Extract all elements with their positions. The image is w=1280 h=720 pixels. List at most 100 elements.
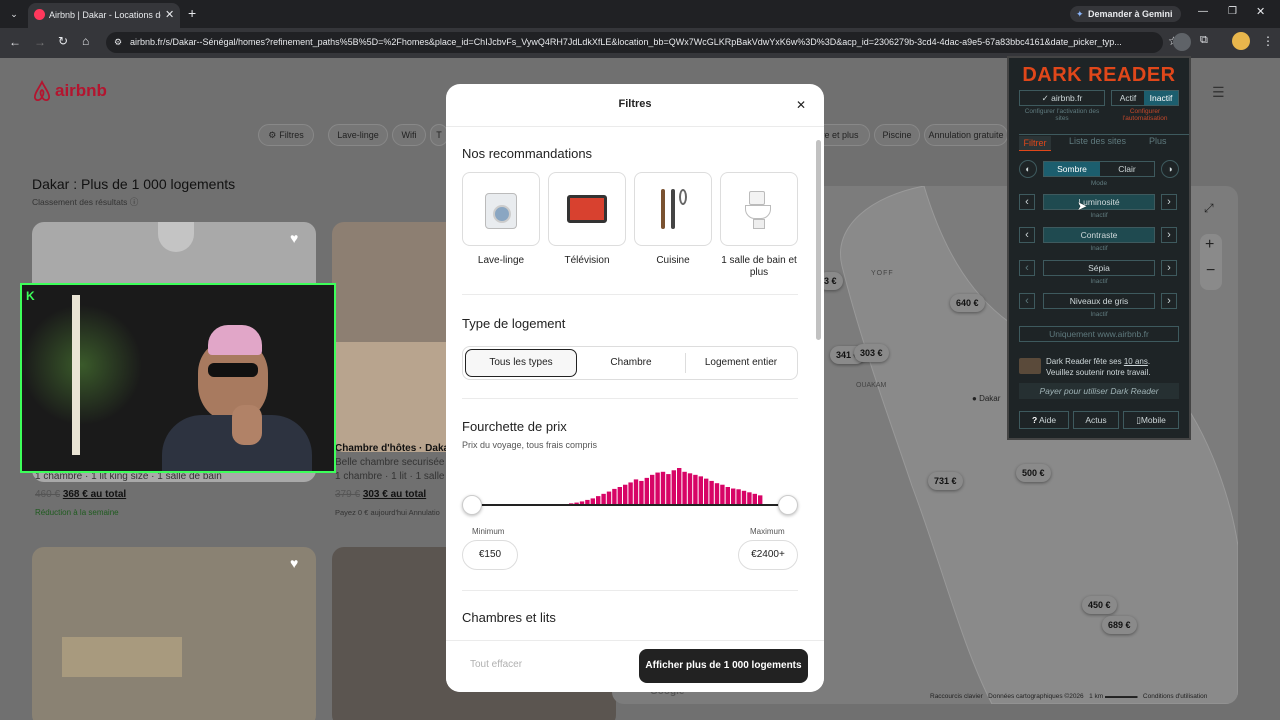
modal-close-icon[interactable]: ✕ bbox=[796, 98, 806, 112]
inactif-option[interactable]: Inactif bbox=[1144, 91, 1178, 105]
back-icon[interactable]: ← bbox=[9, 35, 21, 49]
amenity-tv[interactable] bbox=[548, 172, 626, 246]
listing-2-price[interactable]: 379 € 303 € au total bbox=[335, 489, 426, 500]
browser-tab[interactable]: Airbnb | Dakar - Locations de v... ✕ bbox=[28, 3, 180, 28]
divider bbox=[462, 398, 798, 399]
modal-title: Filtres bbox=[618, 98, 652, 110]
map-price-pin[interactable]: 450 € bbox=[1082, 596, 1117, 614]
contrast-increase-icon[interactable]: › bbox=[1161, 227, 1177, 243]
map-price-pin[interactable]: 500 € bbox=[1016, 464, 1051, 482]
maximize-icon[interactable]: ❐ bbox=[1228, 6, 1237, 17]
histogram-bar bbox=[666, 474, 671, 506]
configure-sites-link[interactable]: Configurer l'activation des sites bbox=[1019, 108, 1105, 122]
price-track bbox=[472, 504, 788, 506]
mode-light-option[interactable]: Clair bbox=[1100, 162, 1154, 176]
tab-title: Airbnb | Dakar - Locations de v... bbox=[49, 10, 161, 20]
pill-washer[interactable]: Lave-linge bbox=[328, 124, 388, 146]
configure-automation-link[interactable]: Configurer l'automatisation bbox=[1111, 108, 1179, 122]
sepia-decrease-icon[interactable]: ‹ bbox=[1019, 260, 1035, 276]
grayscale-decrease-icon[interactable]: ‹ bbox=[1019, 293, 1035, 309]
mode-dark-option[interactable]: Sombre bbox=[1044, 162, 1100, 176]
pill-wifi[interactable]: Wifi bbox=[392, 124, 426, 146]
listing-1-badge: Réduction à la semaine bbox=[35, 508, 119, 517]
extensions-icon[interactable]: ⧉ bbox=[1200, 34, 1208, 47]
type-room-button[interactable]: Chambre bbox=[579, 349, 683, 377]
brightness-increase-icon[interactable]: › bbox=[1161, 194, 1177, 210]
pill-pool[interactable]: Piscine bbox=[874, 124, 920, 146]
listing-2-title[interactable]: Chambre d'hôtes · Daka bbox=[335, 443, 449, 454]
price-max-handle[interactable] bbox=[778, 495, 798, 515]
ranking-link[interactable]: Classement des résultats ⓘ bbox=[32, 196, 138, 208]
anniversary-text: Dark Reader fête ses 10 ans. Veuillez so… bbox=[1046, 357, 1151, 377]
favorite-heart-icon-3[interactable]: ♥ bbox=[290, 555, 298, 571]
zoom-out-icon[interactable]: − bbox=[1206, 262, 1215, 280]
max-price-input[interactable]: €2400+ bbox=[738, 540, 798, 570]
pill-free-cancel[interactable]: Annulation gratuite bbox=[924, 124, 1008, 146]
zoom-in-icon[interactable]: + bbox=[1205, 236, 1214, 254]
cake-icon bbox=[1019, 358, 1041, 374]
actif-option[interactable]: Actif bbox=[1112, 91, 1144, 105]
min-price-input[interactable]: €150 bbox=[462, 540, 518, 570]
listing-2-note: Payez 0 € aujourd'hui Annulatio bbox=[335, 508, 440, 517]
mobile-button[interactable]: ▯Mobile bbox=[1123, 411, 1179, 429]
map-price-pin[interactable]: 303 € bbox=[854, 344, 889, 362]
brightness-decrease-icon[interactable]: ‹ bbox=[1019, 194, 1035, 210]
amenity-washer[interactable] bbox=[462, 172, 540, 246]
dark-reader-extension-icon[interactable] bbox=[1173, 33, 1191, 51]
reload-icon[interactable]: ↻ bbox=[58, 34, 68, 48]
minimize-icon[interactable]: — bbox=[1198, 6, 1208, 17]
only-site-button[interactable]: Uniquement www.airbnb.fr bbox=[1019, 326, 1179, 342]
tab-filter[interactable]: Filtrer bbox=[1019, 136, 1051, 151]
amenity-bathroom[interactable] bbox=[720, 172, 798, 246]
modal-footer: Tout effacer Afficher plus de 1 000 loge… bbox=[446, 640, 824, 692]
expand-map-icon[interactable]: ⤢ bbox=[1204, 201, 1214, 216]
tab-search-chevron-icon[interactable]: ⌄ bbox=[6, 6, 22, 22]
brightness-slider[interactable]: Luminosité bbox=[1043, 194, 1155, 210]
news-button[interactable]: Actus bbox=[1073, 411, 1119, 429]
person-beanie bbox=[208, 325, 262, 355]
pay-button[interactable]: Payer pour utiliser Dark Reader bbox=[1019, 383, 1179, 399]
close-window-icon[interactable]: ✕ bbox=[1256, 5, 1265, 18]
show-results-button[interactable]: Afficher plus de 1 000 logements bbox=[639, 649, 808, 683]
grayscale-increase-icon[interactable]: › bbox=[1161, 293, 1177, 309]
listing-image-3[interactable] bbox=[32, 547, 316, 720]
histogram-bar bbox=[693, 474, 698, 506]
dark-mode-icon[interactable]: ◐ bbox=[1019, 160, 1037, 178]
map-price-pin[interactable]: 640 € bbox=[950, 294, 985, 312]
gemini-button[interactable]: ✦ Demander à Gemini bbox=[1070, 6, 1181, 22]
address-bar[interactable]: ⚙ airbnb.fr/s/Dakar--Sénégal/homes?refin… bbox=[106, 32, 1163, 53]
amenity-kitchen[interactable] bbox=[634, 172, 712, 246]
tab-more[interactable]: Plus bbox=[1149, 136, 1167, 146]
home-icon[interactable]: ⌂ bbox=[82, 34, 89, 48]
type-entire-button[interactable]: Logement entier bbox=[687, 349, 795, 377]
price-min-handle[interactable] bbox=[462, 495, 482, 515]
airbnb-wordmark[interactable]: airbnb bbox=[55, 81, 107, 101]
new-tab-icon[interactable]: + bbox=[188, 5, 196, 21]
filters-pill[interactable]: ⚙ Filtres bbox=[258, 124, 314, 146]
listing-1-price[interactable]: 460 € 368 € au total bbox=[35, 489, 126, 500]
map-price-pin[interactable]: 731 € bbox=[928, 472, 963, 490]
site-info-icon[interactable]: ⚙ bbox=[114, 32, 122, 53]
tab-close-icon[interactable]: ✕ bbox=[165, 8, 174, 21]
hamburger-icon[interactable]: ☰ bbox=[1212, 84, 1225, 101]
contrast-slider[interactable]: Contraste bbox=[1043, 227, 1155, 243]
divider bbox=[462, 590, 798, 591]
map-price-pin[interactable]: 689 € bbox=[1102, 616, 1137, 634]
help-button[interactable]: ? Aide bbox=[1019, 411, 1069, 429]
sepia-slider[interactable]: Sépia bbox=[1043, 260, 1155, 276]
sepia-increase-icon[interactable]: › bbox=[1161, 260, 1177, 276]
tab-site-list[interactable]: Liste des sites bbox=[1069, 136, 1126, 146]
site-toggle-button[interactable]: ✓ airbnb.fr bbox=[1019, 90, 1105, 106]
type-all-button[interactable]: Tous les types bbox=[465, 349, 577, 377]
clear-all-button[interactable]: Tout effacer bbox=[470, 659, 522, 670]
airbnb-logo-icon[interactable] bbox=[32, 80, 52, 102]
profile-avatar[interactable] bbox=[1232, 32, 1250, 50]
forward-icon[interactable]: → bbox=[34, 35, 46, 49]
light-mode-icon[interactable]: ◑ bbox=[1161, 160, 1179, 178]
modal-scrollbar[interactable] bbox=[816, 132, 821, 638]
contrast-decrease-icon[interactable]: ‹ bbox=[1019, 227, 1035, 243]
grayscale-slider[interactable]: Niveaux de gris bbox=[1043, 293, 1155, 309]
scrollbar-thumb[interactable] bbox=[816, 140, 821, 340]
menu-kebab-icon[interactable]: ⋮ bbox=[1262, 34, 1274, 48]
favorite-heart-icon[interactable]: ♥ bbox=[290, 230, 298, 246]
